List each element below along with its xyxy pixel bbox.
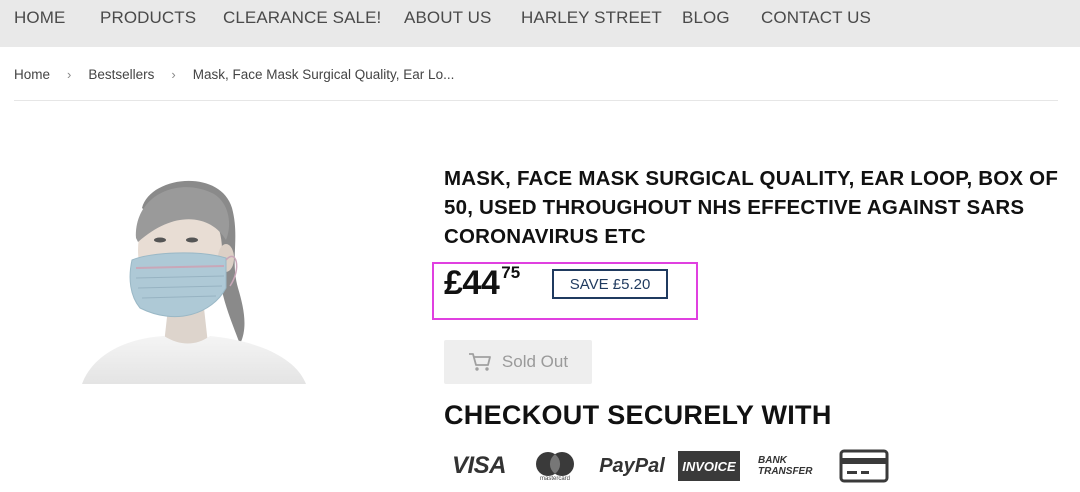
breadcrumb-current: Mask, Face Mask Surgical Quality, Ear Lo…	[192, 66, 455, 82]
price-cents: 75	[501, 263, 521, 282]
bank-transfer-logo: BANK TRANSFER	[758, 446, 816, 486]
invoice-label: INVOICE	[678, 451, 740, 481]
mastercard-label: mastercard	[539, 475, 570, 482]
nav-contact-us[interactable]: CONTACT US	[761, 8, 871, 28]
breadcrumb-home[interactable]: Home	[14, 67, 50, 82]
card-logo	[838, 446, 890, 486]
price-main: £44	[444, 264, 500, 302]
paypal-logo: PayPal	[599, 454, 665, 477]
visa-logo: VISA	[451, 452, 507, 479]
save-badge: SAVE £5.20	[552, 269, 668, 299]
product-image[interactable]	[80, 168, 312, 384]
nav-blog[interactable]: BLOG	[682, 8, 730, 28]
mastercard-icon	[536, 451, 574, 476]
nav-home[interactable]: HOME	[14, 8, 65, 28]
product-title: MASK, FACE MASK SURGICAL QUALITY, EAR LO…	[444, 167, 1059, 248]
breadcrumb-separator: ›	[171, 66, 176, 82]
nav-products[interactable]: PRODUCTS	[100, 8, 196, 28]
nav-about-us[interactable]: ABOUT US	[404, 8, 491, 28]
divider	[14, 100, 1058, 101]
sold-out-button[interactable]: Sold Out	[444, 340, 592, 384]
nav-clearance-sale[interactable]: CLEARANCE SALE!	[223, 8, 381, 28]
sold-out-label: Sold Out	[501, 352, 569, 371]
card-icon	[839, 449, 889, 483]
product-price: £44 75	[444, 263, 521, 303]
breadcrumb-separator: ›	[67, 66, 72, 82]
invoice-logo: INVOICE	[678, 446, 740, 486]
bank-transfer-line1: BANK	[758, 455, 787, 466]
top-nav: HOME PRODUCTS CLEARANCE SALE! ABOUT US H…	[0, 0, 1080, 47]
breadcrumb-bestsellers[interactable]: Bestsellers	[88, 67, 154, 82]
nav-harley-street[interactable]: HARLEY STREET	[521, 8, 662, 28]
cart-icon	[468, 353, 491, 371]
checkout-heading: CHECKOUT SECURELY WITH	[444, 400, 832, 430]
bank-transfer-line2: TRANSFER	[758, 466, 813, 477]
mastercard-logo: mastercard	[532, 446, 578, 486]
breadcrumb: Home › Bestsellers › Mask, Face Mask Sur…	[14, 64, 454, 84]
